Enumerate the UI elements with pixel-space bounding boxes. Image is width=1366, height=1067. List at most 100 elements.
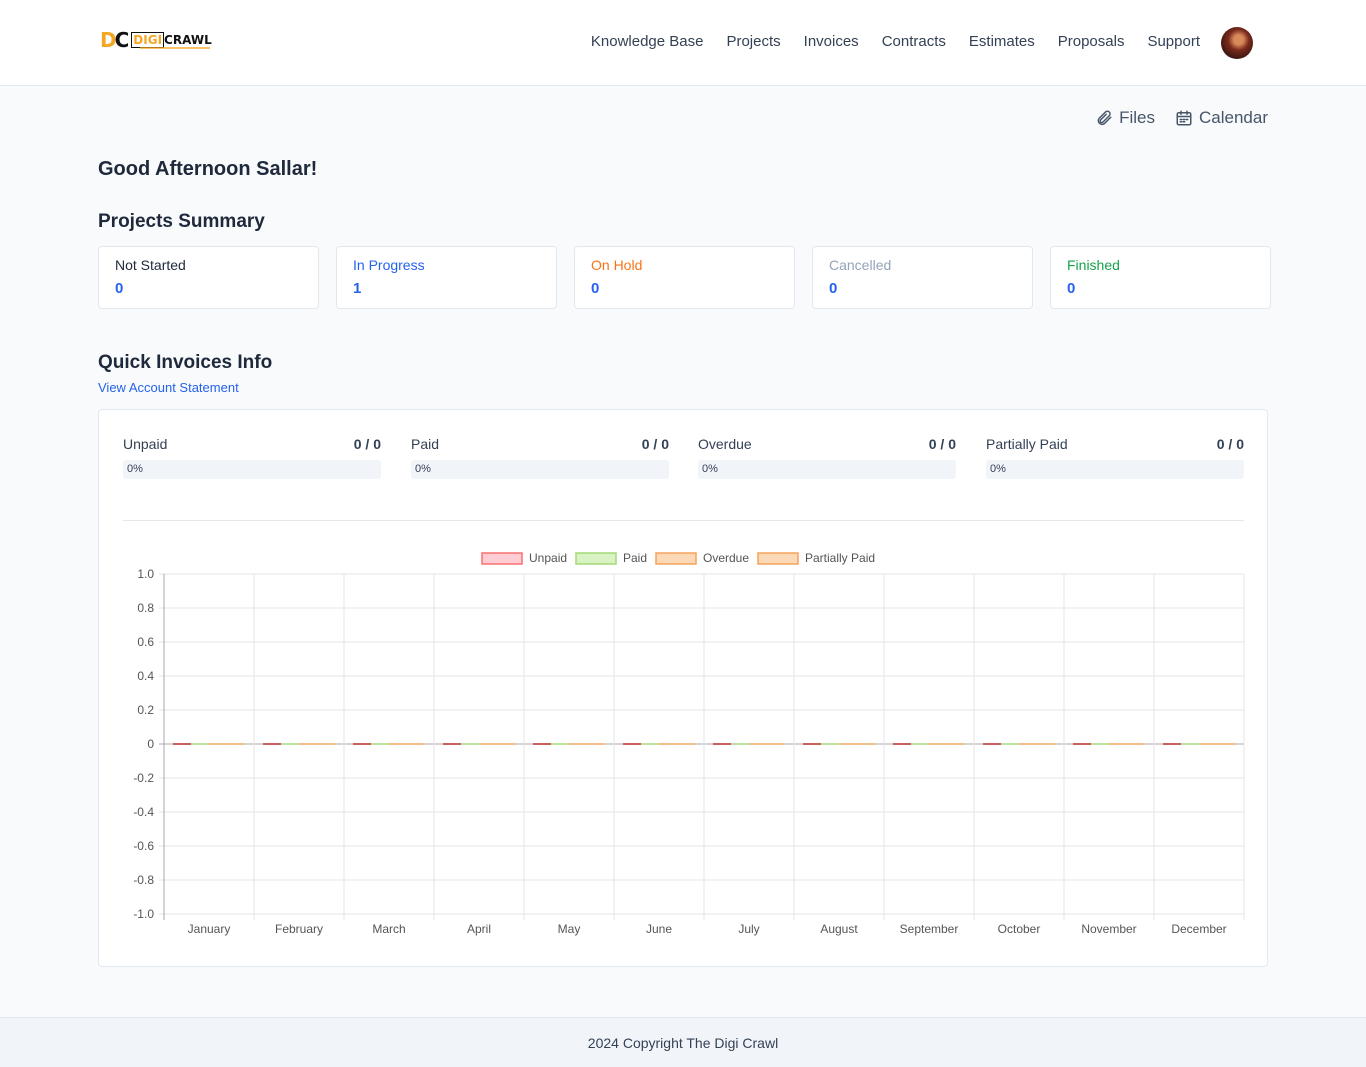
logo-mark-icon: DC [100,28,129,52]
summary-card-not-started[interactable]: Not Started 0 [98,246,319,309]
x-tick-label: October [998,922,1041,936]
x-tick-label: November [1081,922,1136,936]
bar-paid [821,743,839,745]
progress-bar: 0% [411,460,669,479]
logo[interactable]: DC DIGI CRAWL [100,28,212,52]
quick-links: Files Calendar [1095,108,1268,128]
invoice-stat-unpaid: Unpaid 0 / 0 0% [123,436,381,479]
bar-unpaid [263,743,281,745]
progress-percent: 0% [990,463,1006,475]
projects-summary-title: Projects Summary [98,211,265,232]
stat-label: Partially Paid [986,436,1068,452]
bar-overdue [479,743,497,745]
bar-paid [1091,743,1109,745]
progress-bar: 0% [698,460,956,479]
bar-overdue [929,743,947,745]
card-label: Finished [1067,257,1120,273]
bar-unpaid [983,743,1001,745]
bar-unpaid [623,743,641,745]
bar-overdue [299,743,317,745]
stat-label: Paid [411,436,440,452]
x-tick-label: April [467,922,491,936]
progress-percent: 0% [702,463,718,475]
bar-unpaid [1163,743,1181,745]
bar-paid [1181,743,1199,745]
legend-swatch-3 [757,552,799,565]
summary-card-finished[interactable]: Finished 0 [1050,246,1271,309]
bar-paid [731,743,749,745]
stat-ratio: 0 / 0 [1216,436,1244,452]
calendar-label: Calendar [1199,108,1268,127]
summary-card-cancelled[interactable]: Cancelled 0 [812,246,1033,309]
legend-swatch-1 [575,552,617,565]
card-count: 0 [829,280,838,297]
card-count: 0 [1067,280,1076,297]
view-account-statement-link[interactable]: View Account Statement [98,380,239,395]
card-count: 0 [115,280,124,297]
nav-support[interactable]: Support [1147,33,1200,50]
y-tick-label: -0.4 [133,805,154,819]
stat-label: Overdue [698,436,752,452]
bar-unpaid [893,743,911,745]
bar-unpaid [803,743,821,745]
nav-estimates[interactable]: Estimates [969,33,1035,50]
nav-knowledge-base[interactable]: Knowledge Base [591,33,704,50]
bar-overdue [1199,743,1217,745]
bar-overdue [749,743,767,745]
x-tick-label: December [1171,922,1226,936]
bar-partially-paid [587,743,605,745]
card-count: 1 [353,280,362,297]
logo-underline [140,47,210,49]
card-label: In Progress [353,257,425,273]
calendar-link[interactable]: Calendar [1175,108,1268,128]
x-tick-label: January [188,922,231,936]
bar-paid [551,743,569,745]
invoices-chart: Unpaid Paid Overdue Partially Paid 1.0 0.8 0.6… [133,551,1245,936]
paperclip-icon [1097,110,1112,126]
x-tick-label: March [372,922,405,936]
bar-partially-paid [317,743,335,745]
nav-projects[interactable]: Projects [726,33,780,50]
y-tick-label: -0.8 [133,873,154,887]
bar-partially-paid [1127,743,1145,745]
stat-ratio: 0 / 0 [928,436,956,452]
calendar-icon [1176,110,1192,126]
y-tick-label: 0.4 [137,669,154,683]
y-tick-label: 0 [147,737,154,751]
bar-partially-paid [1037,743,1055,745]
x-tick-label: May [558,922,581,936]
y-tick-label: -0.2 [133,771,154,785]
summary-card-on-hold[interactable]: On Hold 0 [574,246,795,309]
bar-partially-paid [407,743,425,745]
legend-label-2: Overdue [703,551,749,565]
top-navbar: DC DIGI CRAWL Knowledge Base Projects Inv… [0,0,1366,86]
bar-paid [191,743,209,745]
greeting: Good Afternoon Sallar! [98,158,318,180]
x-tick-label: September [900,922,959,936]
invoice-stat-partially-paid: Partially Paid 0 / 0 0% [986,436,1244,479]
progress-bar: 0% [986,460,1244,479]
bar-paid [281,743,299,745]
bar-unpaid [713,743,731,745]
user-avatar[interactable] [1221,27,1253,59]
summary-card-in-progress[interactable]: In Progress 1 [336,246,557,309]
projects-summary: Not Started 0 In Progress 1 On Hold 0 Ca… [98,246,1271,309]
nav-proposals[interactable]: Proposals [1058,33,1125,50]
copyright-text: 2024 Copyright The Digi Crawl [587,1035,779,1051]
stat-label: Unpaid [123,436,168,452]
legend-label-1: Paid [623,551,647,565]
nav-invoices[interactable]: Invoices [804,33,859,50]
nav-contracts[interactable]: Contracts [882,33,946,50]
card-label: Cancelled [829,257,892,273]
y-tick-label: 1.0 [137,567,154,581]
legend-label-0: Unpaid [529,551,567,565]
bar-partially-paid [227,743,245,745]
bar-paid [1001,743,1019,745]
card-label: On Hold [591,257,643,273]
x-tick-label: February [275,922,323,936]
y-tick-label: -0.6 [133,839,154,853]
progress-percent: 0% [127,463,143,475]
x-tick-label: July [738,922,759,936]
progress-bar: 0% [123,460,381,479]
files-link[interactable]: Files [1095,108,1155,128]
